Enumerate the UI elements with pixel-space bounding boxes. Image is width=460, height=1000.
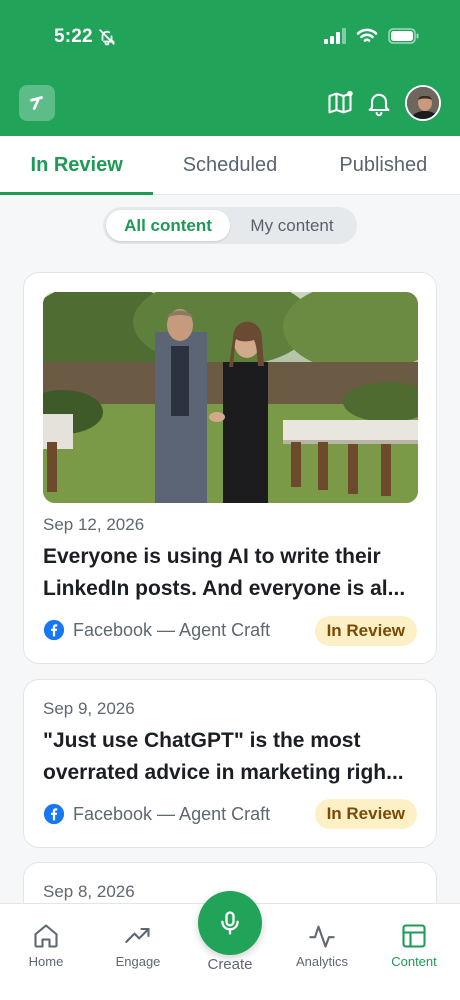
post-date: Sep 12, 2026: [43, 515, 145, 534]
nav-home[interactable]: Home: [6, 922, 86, 969]
post-date: Sep 9, 2026: [43, 699, 135, 718]
home-icon: [34, 924, 58, 948]
tab-in-review[interactable]: In Review: [0, 136, 154, 195]
avatar[interactable]: [405, 85, 441, 121]
signal-icon: [324, 28, 346, 44]
battery-icon: [388, 28, 419, 44]
app-header: 5:22: [0, 0, 460, 136]
post-source: Facebook — Agent Craft: [43, 619, 270, 641]
app-logo-icon[interactable]: [19, 85, 55, 121]
post-source-label: Facebook — Agent Craft: [73, 619, 271, 640]
create-label: Create: [207, 956, 253, 973]
post-image: [43, 292, 418, 503]
post-card[interactable]: Sep 12, 2026 Everyone is using AI to wri…: [23, 272, 437, 664]
microphone-icon: [221, 911, 239, 935]
nav-content[interactable]: Content: [374, 922, 454, 969]
post-title: "Just use ChatGPT" is the most overrated…: [43, 725, 421, 789]
nav-engage-label: Engage: [115, 954, 161, 969]
post-title-line: Everyone is using AI to write their: [43, 545, 381, 568]
nav-analytics-label: Analytics: [295, 954, 349, 969]
tab-published[interactable]: Published: [307, 136, 460, 194]
activity-icon: [309, 925, 335, 948]
status-badge: In Review: [314, 799, 417, 829]
content-filter-toggle: All content My content: [103, 207, 357, 244]
post-card[interactable]: Sep 9, 2026 "Just use ChatGPT" is the mo…: [23, 679, 437, 848]
nav-content-label: Content: [391, 954, 437, 969]
facebook-icon: [43, 803, 65, 825]
post-date: Sep 8, 2026: [43, 882, 135, 901]
layout-icon: [402, 924, 426, 948]
status-time: 5:22: [54, 26, 93, 47]
nav-engage[interactable]: Engage: [98, 922, 178, 969]
post-title: Everyone is using AI to write their Link…: [43, 541, 421, 605]
status-indicators: [324, 28, 420, 44]
nav-analytics[interactable]: Analytics: [282, 922, 362, 969]
post-source: Facebook — Agent Craft: [43, 803, 270, 825]
trending-up-icon: [125, 927, 150, 943]
create-button[interactable]: [198, 891, 262, 955]
filter-my-content[interactable]: My content: [230, 210, 354, 241]
status-badge: In Review: [314, 616, 417, 646]
facebook-icon: [43, 619, 65, 641]
notification-bell-icon[interactable]: [365, 89, 393, 117]
post-title-line: LinkedIn posts. And everyone is al...: [43, 577, 406, 600]
post-title-line: "Just use ChatGPT" is the most: [43, 729, 361, 752]
post-title-line: overrated advice in marketing righ...: [43, 761, 404, 784]
filter-all-content[interactable]: All content: [106, 210, 230, 241]
post-source-label: Facebook — Agent Craft: [73, 803, 271, 824]
bell-off-icon: [99, 29, 116, 46]
wifi-icon: [356, 28, 378, 42]
map-icon[interactable]: [326, 89, 354, 117]
tab-scheduled[interactable]: Scheduled: [153, 136, 306, 194]
content-tabs: In Review Scheduled Published: [0, 136, 460, 195]
nav-home-label: Home: [28, 954, 64, 969]
